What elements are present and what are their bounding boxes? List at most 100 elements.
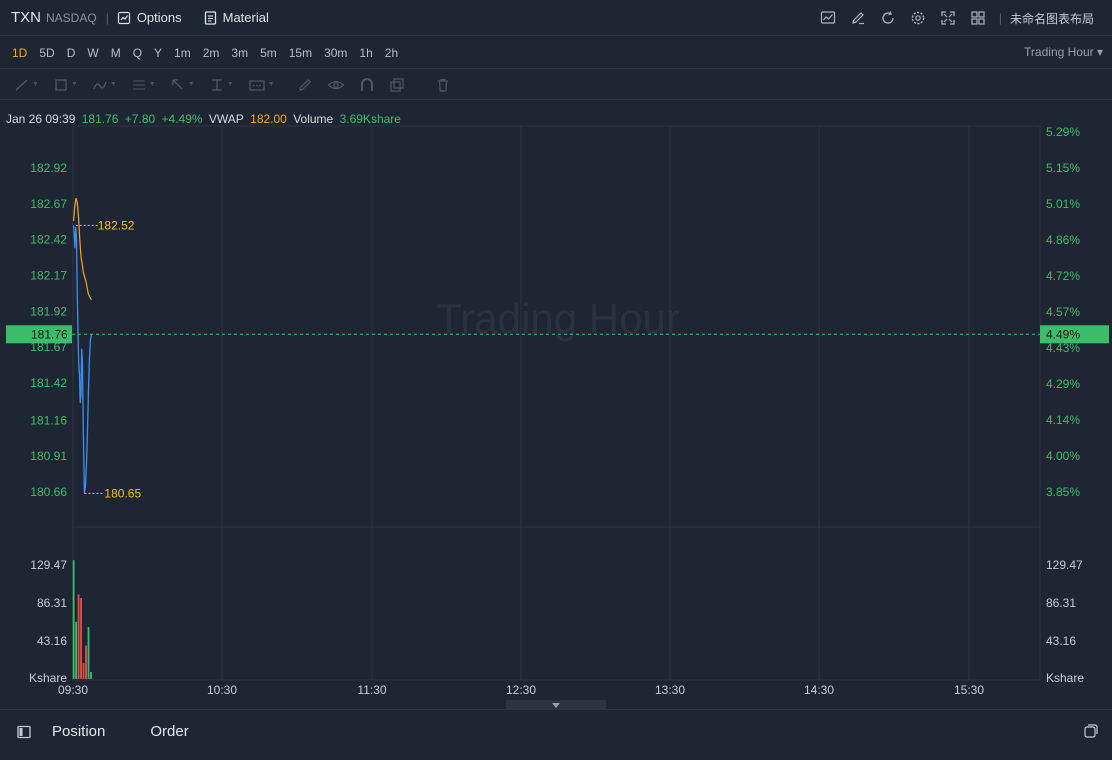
low-marker-label: 180.65 (104, 486, 141, 500)
time-tick-label: 15:30 (954, 683, 984, 697)
copy-icon[interactable] (389, 77, 405, 93)
period-d[interactable]: D (61, 46, 82, 60)
current-price-label: 181.76 (31, 327, 68, 341)
chevron-down-icon (552, 702, 560, 708)
period-m[interactable]: M (105, 46, 127, 60)
layout-grid-icon[interactable] (963, 10, 993, 26)
layout-divider: | (998, 11, 1002, 25)
measure-tool[interactable]: ▼ (209, 77, 234, 93)
material-doc-icon (204, 10, 216, 25)
bottom-panel-bar: Position Order (0, 709, 1112, 753)
percent-tick-label: 5.01% (1046, 197, 1080, 211)
refresh-icon[interactable] (873, 10, 903, 26)
price-tick-label: 181.16 (30, 413, 67, 427)
text-note-tool[interactable]: ▼ (248, 77, 275, 93)
drawing-toolbar: ▼ ▼ ▼ ▼ ▼ ▼ ▼ (0, 70, 1112, 100)
period-w[interactable]: W (81, 46, 104, 60)
price-tick-label: 182.42 (30, 233, 67, 247)
header-divider: | (105, 10, 109, 25)
volume-tick-right: 43.16 (1046, 634, 1076, 648)
percent-tick-label: 5.15% (1046, 161, 1080, 175)
percent-tick-label: 4.00% (1046, 449, 1080, 463)
toolbar-right: | 未命名图表布局 (813, 0, 1094, 36)
arrow-tool[interactable]: ▼ (170, 77, 195, 93)
time-tick-label: 13:30 (655, 683, 685, 697)
draw-pen-icon[interactable] (843, 10, 873, 26)
rectangle-tool[interactable]: ▼ (53, 77, 78, 93)
volume-tick-right: 86.31 (1046, 596, 1076, 610)
price-tick-label: 180.66 (30, 485, 67, 499)
current-pct-label: 4.49% (1046, 327, 1080, 341)
price-tick-label: 182.92 (30, 161, 67, 175)
volume-bar (80, 597, 82, 679)
percent-tick-label: 4.72% (1046, 269, 1080, 283)
volume-tick-right: 129.47 (1046, 558, 1083, 572)
trading-hour-select[interactable]: Trading Hour ▾ (1024, 45, 1103, 59)
high-marker-label: 182.52 (98, 218, 135, 232)
period-1d[interactable]: 1D (6, 46, 33, 60)
eye-icon[interactable] (327, 77, 345, 93)
period-5d[interactable]: 5D (33, 46, 60, 60)
symbol-name[interactable]: TXN (11, 9, 41, 26)
time-tick-label: 12:30 (506, 683, 536, 697)
period-y[interactable]: Y (148, 46, 168, 60)
volume-unit-right: Kshare (1046, 671, 1084, 685)
settings-gear-icon[interactable] (903, 10, 933, 26)
percent-tick-label: 4.86% (1046, 233, 1080, 247)
trash-icon[interactable] (435, 77, 451, 93)
magnet-icon[interactable] (359, 77, 375, 93)
tab-position[interactable]: Position (52, 723, 105, 740)
period-2m[interactable]: 2m (197, 46, 226, 60)
volume-tick-left: 86.31 (37, 596, 67, 610)
period-1h[interactable]: 1h (353, 46, 378, 60)
period-3m[interactable]: 3m (225, 46, 254, 60)
sidebar-toggle-icon[interactable] (17, 725, 31, 739)
volume-bar (72, 560, 75, 679)
period-1m[interactable]: 1m (168, 46, 197, 60)
time-tick-label: 10:30 (207, 683, 237, 697)
popout-window-icon[interactable] (1084, 724, 1098, 738)
options-button[interactable]: Options (117, 10, 182, 25)
chart-grid (72, 125, 1041, 681)
fullscreen-icon[interactable] (933, 10, 963, 26)
layout-name[interactable]: 未命名图表布局 (1010, 10, 1094, 27)
price-tick-label: 181.92 (30, 304, 67, 318)
exchange-name: NASDAQ (46, 10, 97, 25)
period-15m[interactable]: 15m (283, 46, 318, 60)
percent-tick-label: 4.29% (1046, 377, 1080, 391)
material-button[interactable]: Material (204, 10, 269, 25)
top-bar: TXN NASDAQ | Options Material | 未命名图表布局 (0, 0, 1112, 36)
period-bar: 1D 5D D W M Q Y 1m 2m 3m 5m 15m 30m 1h 2h Trading Hour… (0, 37, 1112, 69)
percent-tick-label: 4.57% (1046, 305, 1080, 319)
time-tick-label: 14:30 (804, 683, 834, 697)
options-icon (117, 11, 130, 24)
brush-tool[interactable]: ▼ (92, 77, 117, 93)
percent-tick-label: 4.14% (1046, 413, 1080, 427)
percent-axis-right: 5.29%5.15%5.01%4.86%4.72%4.57%4.43%4.29%… (1046, 125, 1080, 499)
volume-bar (82, 663, 85, 679)
tab-order[interactable]: Order (150, 723, 188, 740)
time-tick-label: 11:30 (357, 683, 386, 697)
volume-tick-left: 129.47 (30, 558, 67, 572)
price-chart[interactable]: Trading Hour 182.92 182.67 182.42 182.17 181… (0, 100, 1112, 700)
period-2h[interactable]: 2h (379, 46, 404, 60)
trend-line-tool[interactable]: ▼ (14, 77, 39, 93)
volume-bar (75, 621, 77, 679)
percent-tick-label: 3.85% (1046, 485, 1080, 499)
volume-bar (87, 627, 90, 679)
pencil-icon[interactable] (297, 77, 313, 93)
price-tick-label: 182.17 (30, 269, 67, 283)
period-q[interactable]: Q (127, 46, 148, 60)
period-30m[interactable]: 30m (318, 46, 353, 60)
volume-bar (90, 671, 92, 679)
fibonacci-tool[interactable]: ▼ (131, 77, 156, 93)
percent-tick-label: 5.29% (1046, 125, 1080, 139)
options-label: Options (136, 10, 182, 25)
period-5m[interactable]: 5m (254, 46, 283, 60)
volume-bar (85, 645, 87, 679)
chart-indicator-icon[interactable] (813, 10, 843, 26)
time-tick-label: 09:30 (58, 683, 88, 697)
price-tick-label: 182.67 (30, 197, 67, 211)
period-list: 1D 5D D W M Q Y 1m 2m 3m 5m 15m 30m 1h 2h (0, 46, 404, 60)
watermark-text: Trading Hour (436, 295, 680, 342)
